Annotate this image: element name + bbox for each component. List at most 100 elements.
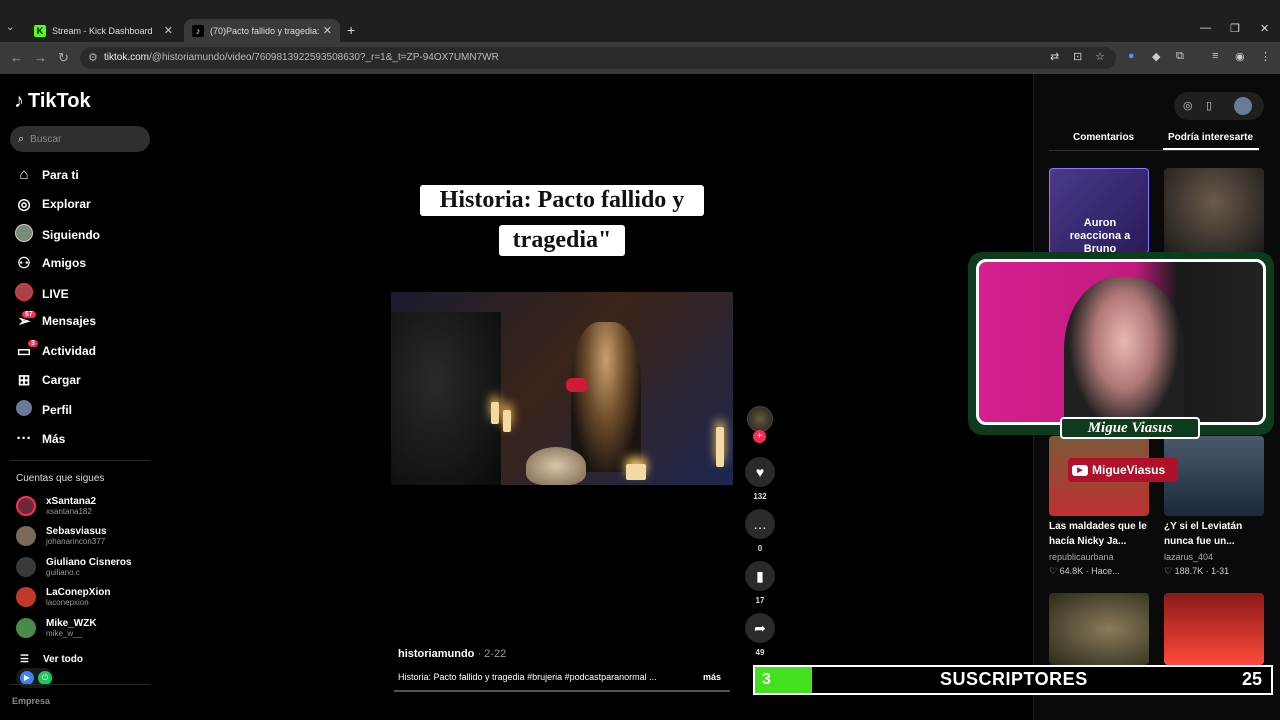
account-item[interactable]: xSantana2 xsantana182 [16, 496, 96, 516]
account-item[interactable]: Sebasviasus johanarincon377 [16, 526, 107, 546]
follow-plus-icon[interactable]: + [753, 430, 766, 443]
save-count: 17 [755, 596, 765, 605]
share-button[interactable]: ➦ [745, 613, 775, 643]
tab-tiktok-video[interactable]: ♪ (70)Pacto fallido y tragedia: un... ✕ [184, 19, 340, 42]
extension-icon[interactable]: ● [1128, 50, 1135, 62]
following-section-title: Cuentas que sigues [16, 473, 105, 484]
comment-button[interactable]: … [745, 509, 775, 539]
translate-icon[interactable]: ⇄ [1050, 50, 1059, 63]
tab-kick-dashboard[interactable]: K Stream - Kick Dashboard ✕ [26, 19, 181, 42]
suggested-thumb[interactable] [1164, 593, 1264, 665]
extension-diamond-icon[interactable]: ◆ [1152, 50, 1160, 63]
browser-menu-icon[interactable]: ⋮ [1260, 50, 1271, 63]
video-description: Historia: Pacto fallido y tragedia #bruj… [398, 672, 657, 682]
video-figure-woman [571, 322, 641, 472]
account-item[interactable]: Giuliano Cisneros guiliano.c [16, 557, 132, 577]
user-avatar[interactable] [1234, 97, 1252, 115]
thumb-title[interactable]: ¿Y si el Leviatán nunca fue un... [1164, 519, 1274, 549]
footer-empresa-link[interactable]: Empresa [12, 696, 50, 706]
suggested-thumb[interactable] [1164, 168, 1264, 254]
nav-para-ti[interactable]: ⌂ Para ti [14, 166, 78, 183]
account-item[interactable]: LaConepXion laconepxion [16, 587, 110, 607]
install-icon[interactable]: ⊡ [1073, 50, 1082, 63]
video-date: · 2-22 [474, 648, 507, 660]
activity-badge: 3 [28, 340, 38, 347]
tiktok-logo[interactable]: ♪ TikTok [14, 90, 91, 113]
thumb-title[interactable]: Las maldades que le hacía Nicky Ja... [1049, 519, 1159, 549]
tab-search-icon[interactable]: ⌄ [6, 22, 22, 38]
suggested-thumb[interactable] [1049, 593, 1149, 665]
video-progress-bar[interactable] [394, 690, 730, 692]
reload-icon[interactable]: ↻ [58, 50, 69, 66]
extensions-puzzle-icon[interactable]: ⧉ [1176, 50, 1184, 63]
phone-icon[interactable]: ▯ [1206, 99, 1212, 112]
restore-icon[interactable]: ❐ [1230, 22, 1240, 35]
video-author[interactable]: historiamundo · 2-22 [398, 648, 506, 660]
thumb-overlay-text: Auron reacciona a Bruno [1069, 217, 1131, 254]
candle-shape [491, 402, 499, 424]
new-tab-icon[interactable]: + [347, 22, 355, 38]
candle-shape [503, 410, 511, 432]
url-text[interactable]: tiktok.com/@historiamundo/video/76098139… [104, 52, 499, 63]
like-button[interactable]: ♥ [745, 457, 775, 487]
nav-mas[interactable]: ··· Más [14, 430, 66, 447]
webcam-video [976, 259, 1266, 425]
nav-live[interactable]: LIVE [14, 283, 69, 305]
logo-text: TikTok [28, 90, 91, 112]
close-tab-icon[interactable]: ✕ [164, 24, 173, 37]
search-placeholder: Buscar [30, 133, 62, 145]
creator-avatar[interactable] [747, 406, 773, 432]
avatar [16, 587, 36, 607]
tab-suggested[interactable]: Podría interesarte [1168, 132, 1253, 143]
avatar [16, 618, 36, 638]
site-info-icon[interactable]: ⚙ [88, 51, 98, 64]
nav-actividad[interactable]: ▭ Actividad [14, 342, 96, 360]
tabs-divider [1049, 150, 1259, 151]
back-icon[interactable]: ← [10, 50, 23, 65]
more-icon: ··· [16, 430, 32, 447]
forward-icon[interactable]: → [34, 50, 47, 65]
nav-label: Más [42, 431, 66, 446]
nav-label: Cargar [42, 373, 81, 387]
nav-amigos[interactable]: ⚇ Amigos [14, 254, 86, 272]
microphone-shape [566, 378, 588, 392]
youtube-icon: ▶ [1072, 464, 1088, 476]
tab-comments[interactable]: Comentarios [1073, 132, 1134, 143]
account-item[interactable]: Mike_WZK mike_w__ [16, 618, 97, 638]
close-tab-icon[interactable]: ✕ [323, 24, 332, 37]
close-window-icon[interactable]: ✕ [1260, 22, 1269, 35]
nav-label: Explorar [42, 197, 91, 211]
account-handle: johanarincon377 [46, 537, 106, 546]
thumb-user[interactable]: republicaurbana [1049, 552, 1114, 562]
suggested-thumb[interactable] [1164, 436, 1264, 516]
streamer-figure [1064, 277, 1184, 422]
search-input[interactable]: ⌕ Buscar [10, 126, 150, 152]
skull-shape [526, 447, 586, 485]
search-icon: ⌕ [18, 132, 25, 145]
list-icon: ☰ [20, 654, 29, 665]
nav-perfil[interactable]: Perfil [14, 400, 72, 420]
nav-siguiendo[interactable]: Siguiendo [14, 224, 100, 246]
media-control-icon[interactable]: ≡ [1212, 50, 1218, 62]
suggested-thumb[interactable]: Auron reacciona a Bruno [1049, 168, 1149, 254]
compass-icon[interactable]: ◎ [1183, 99, 1193, 112]
see-all-link[interactable]: ☰ Ver todo [20, 654, 83, 665]
thumb-user[interactable]: lazarus_404 [1164, 552, 1213, 562]
extension-widget[interactable]: ▶ ⏻ [16, 668, 54, 688]
more-link[interactable]: más [703, 672, 721, 682]
nav-label: Amigos [42, 256, 87, 270]
sidebar-divider [10, 684, 150, 685]
nav-explorar[interactable]: ◎ Explorar [14, 195, 91, 213]
compass-icon: ◎ [17, 196, 31, 213]
heart-icon: ♥ [755, 464, 765, 480]
nav-cargar[interactable]: ⊞ Cargar [14, 371, 81, 389]
profile-icon [14, 400, 34, 420]
profile-avatar-icon[interactable]: ◉ [1235, 50, 1245, 63]
nav-label: LIVE [42, 287, 69, 301]
save-button[interactable]: ▮ [745, 561, 775, 591]
thumb-likes: ♡ 188.7K · 1-31 [1164, 566, 1230, 576]
bookmark-icon: ▮ [756, 567, 764, 584]
video-player[interactable] [391, 292, 733, 485]
minimize-icon[interactable]: — [1200, 22, 1211, 34]
bookmark-star-icon[interactable]: ☆ [1095, 50, 1105, 63]
